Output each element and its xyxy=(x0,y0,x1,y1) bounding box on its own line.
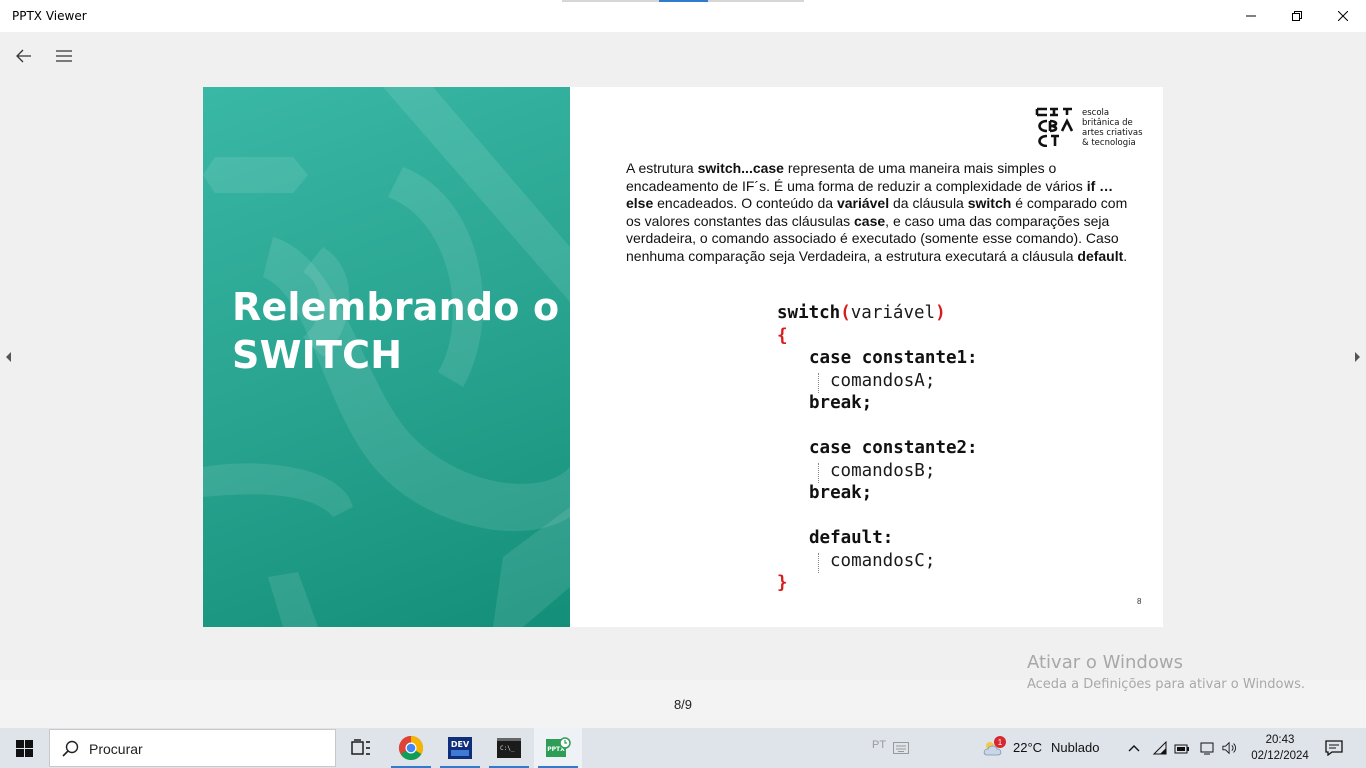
activation-watermark-subtitle: Aceda a Definições para ativar o Windows… xyxy=(1027,677,1306,692)
back-arrow-icon[interactable] xyxy=(14,46,34,66)
volume-icon[interactable] xyxy=(1222,740,1238,756)
slide-title-panel: Relembrando o SWITCH xyxy=(203,87,570,627)
slide-title: Relembrando o SWITCH xyxy=(232,283,562,379)
task-view-icon xyxy=(351,739,370,755)
toolbar xyxy=(0,32,1366,78)
slide-title-line2: SWITCH xyxy=(232,333,403,377)
code-line-break1: break; xyxy=(809,393,873,413)
code-line-cmdC: comandosC; xyxy=(830,551,936,571)
code-line-switch: switch(variável) xyxy=(777,303,946,323)
slide-title-line1: Relembrando o xyxy=(232,285,560,329)
code-line-cmdA: comandosA; xyxy=(830,371,936,391)
notifications-icon[interactable] xyxy=(1325,740,1343,756)
terminal-icon: C:\_ xyxy=(497,738,521,758)
code-line-case1: case constante1: xyxy=(809,348,978,368)
next-slide-arrow-icon[interactable] xyxy=(1352,351,1362,363)
slide-paragraph: A estrutura switch...case representa de … xyxy=(626,160,1128,264)
code-close-brace: } xyxy=(777,573,788,593)
case1-rest: constante1: xyxy=(851,348,978,368)
chevron-up-icon[interactable] xyxy=(1126,740,1142,756)
title-bar: PPTX Viewer xyxy=(0,0,1366,32)
svg-text:C:\_: C:\_ xyxy=(500,745,515,752)
clock-date: 02/12/2024 xyxy=(1251,750,1309,762)
windows-logo-icon xyxy=(15,739,33,757)
minimize-button[interactable] xyxy=(1228,0,1274,32)
keyboard-icon[interactable] xyxy=(893,740,909,756)
taskbar-pptx-viewer[interactable]: PPTX xyxy=(534,728,582,768)
taskbar-terminal[interactable]: C:\_ xyxy=(485,728,533,768)
title-progress xyxy=(562,0,804,2)
code-line-break2: break; xyxy=(809,483,873,503)
menu-icon[interactable] xyxy=(54,46,74,66)
code-line-cmdB: comandosB; xyxy=(830,461,936,481)
code-line-default: default: xyxy=(809,528,894,548)
dev-cpp-icon: DEV xyxy=(448,737,472,759)
clock-time: 20:43 xyxy=(1265,734,1295,746)
slide-number: 8 xyxy=(1137,597,1142,606)
chrome-icon xyxy=(398,736,424,761)
taskbar: Procurar DEV C:\_ PPTX PT 1 22°C Nublado… xyxy=(0,728,1366,768)
logo-text: escola britânica de artes criativas & te… xyxy=(1082,108,1143,148)
page-indicator: 8/9 xyxy=(673,697,693,712)
taskbar-chrome[interactable] xyxy=(387,728,435,768)
start-button[interactable] xyxy=(0,728,48,768)
slide-viewer: Relembrando o SWITCH escola britânica de… xyxy=(0,78,1366,680)
input-language[interactable]: PT xyxy=(872,739,886,751)
code-line-case2: case constante2: xyxy=(809,438,978,458)
switch-args: (variável) xyxy=(840,303,946,323)
weather-badge: 1 xyxy=(994,736,1006,748)
activation-watermark-title: Ativar o Windows xyxy=(1027,652,1183,673)
battery-icon[interactable] xyxy=(1174,740,1190,756)
search-icon xyxy=(62,740,79,757)
ebac-logo-icon xyxy=(1035,107,1074,147)
weather-temp[interactable]: 22°C xyxy=(1013,740,1042,755)
slide: Relembrando o SWITCH escola britânica de… xyxy=(203,87,1163,627)
task-view-button[interactable] xyxy=(337,728,385,768)
close-button[interactable] xyxy=(1320,0,1366,32)
school-logo: escola britânica de artes criativas & te… xyxy=(1034,107,1149,149)
system-clock[interactable]: 20:43 02/12/2024 xyxy=(1244,732,1316,764)
taskbar-search-box[interactable]: Procurar xyxy=(49,729,336,767)
pptx-viewer-icon: PPTX xyxy=(546,737,571,757)
svg-text:DEV: DEV xyxy=(451,740,470,749)
search-placeholder: Procurar xyxy=(89,741,143,757)
app-title: PPTX Viewer xyxy=(12,9,87,23)
taskbar-devcpp[interactable]: DEV xyxy=(436,728,484,768)
previous-slide-arrow-icon[interactable] xyxy=(4,351,14,363)
network-icon[interactable] xyxy=(1199,740,1215,756)
restore-button[interactable] xyxy=(1274,0,1320,32)
weather-description[interactable]: Nublado xyxy=(1051,740,1099,755)
wifi-icon[interactable] xyxy=(1152,740,1168,756)
code-open-brace: { xyxy=(777,326,788,346)
